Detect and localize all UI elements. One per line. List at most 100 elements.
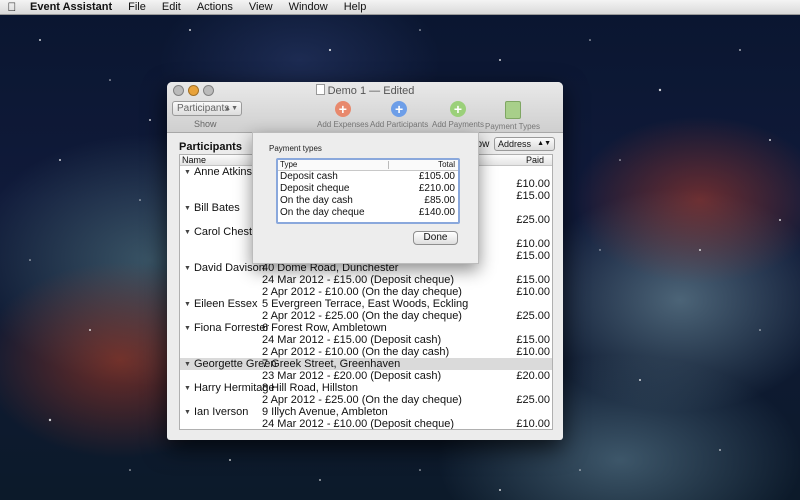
column-header-paid[interactable]: Paid [526,155,544,165]
done-button[interactable]: Done [413,231,458,245]
add-payments-label: Add Payments [432,120,485,129]
row-detail: 9 Illych Avenue, Ambleton [262,406,388,418]
row-detail: 8 Hill Road, Hillston [262,382,358,394]
payment-row[interactable]: 2 Apr 2012 - £10.00 (On the day cash) £10… [180,346,552,358]
payment-types-icon [504,101,521,119]
plus-icon: + [450,101,467,117]
updown-chevron-icon: ▲▼ [537,140,551,147]
address-select-value: Address [498,139,532,149]
show-label: Show [194,119,217,129]
participant-row[interactable]: ▼ Georgette Green 7 Greek Street, Greenhav… [180,358,552,370]
section-title: Participants [179,141,242,153]
apple-icon[interactable]:  [0,0,24,14]
payment-row[interactable]: 2 Apr 2012 - £10.00 (On the day cheque) £… [180,286,552,298]
participant-row[interactable]: ▼ Fiona Forrester 6 Forest Row, Ambletown [180,322,552,334]
column-header-total[interactable]: Total [438,160,455,169]
add-payments-button[interactable]: + Add Payments [432,101,484,129]
address-select[interactable]: Address ▲▼ [494,137,555,151]
payment-types-label: Payment Types [485,122,540,131]
payment-type-row[interactable]: On the day cash £85.00 [278,195,458,207]
add-expenses-button[interactable]: + Add Expenses [317,101,369,129]
row-paid: £15.00 [516,190,550,202]
row-detail: 7 Greek Street, Greenhaven [262,358,401,370]
row-detail: 5 Evergreen Terrace, East Woods, Eckling [262,298,469,310]
menu-file[interactable]: File [120,1,154,13]
participant-row[interactable]: ▼ Eileen Essex 5 Evergreen Terrace, East W… [180,298,552,310]
show-popup-label: Participants [177,103,230,114]
row-paid: £10.00 [516,418,550,430]
column-header-type[interactable]: Type [280,160,297,169]
row-detail: 24 Mar 2012 - £15.00 (Deposit cash) [262,334,442,346]
menu-window[interactable]: Window [281,1,336,13]
updown-chevron-icon: ▲▼ [224,105,238,112]
row-detail: 6 Forest Row, Ambletown [262,322,387,334]
row-paid: £10.00 [516,238,550,250]
menu-help[interactable]: Help [336,1,375,13]
payment-row[interactable]: 2 Apr 2012 - £25.00 (On the day cheque) £… [180,394,552,406]
row-detail: 23 Mar 2012 - £20.00 (Deposit cash) [262,370,442,382]
payment-type-row[interactable]: Deposit cheque £210.00 [278,183,458,195]
sheet-table-header: Type Total [278,160,458,171]
payment-type-name: On the day cheque [280,207,365,218]
sheet-title: Payment types [269,144,322,153]
row-paid: £10.00 [516,178,550,190]
row-paid: £25.00 [516,394,550,406]
payment-type-total: £140.00 [418,207,455,218]
payment-type-total: £210.00 [418,183,455,194]
row-detail: 24 Mar 2012 - £15.00 (Deposit cheque) [262,274,455,286]
add-expenses-label: Add Expenses [317,120,369,129]
window-toolbar: Demo 1 — Edited Participants ▲▼ Show + A… [167,82,563,133]
column-header-name[interactable]: Name [182,155,206,165]
add-participants-label: Add Participants [370,120,429,129]
row-paid: £15.00 [516,334,550,346]
menu-bar:  Event Assistant File Edit Actions View… [0,0,800,15]
row-detail: 2 Apr 2012 - £25.00 (On the day cheque) [262,394,462,406]
payment-row[interactable]: 2 Apr 2012 - £25.00 (On the day cheque) £… [180,310,552,322]
plus-icon: + [391,101,408,117]
row-detail: 2 Apr 2012 - £25.00 (On the day cheque) [262,310,462,322]
sheet-table-rows: Deposit cash £105.00 Deposit cheque £210.00… [278,171,458,219]
row-detail: 2 Apr 2012 - £10.00 (On the day cheque) [262,286,462,298]
menu-view[interactable]: View [241,1,281,13]
payment-type-name: Deposit cheque [280,183,350,194]
window-title-suffix: — Edited [369,85,415,97]
row-paid: £25.00 [516,214,550,226]
window-title-text: Demo 1 [327,85,367,97]
participant-name-text: Fiona Forrester [193,322,270,334]
show-popup-button[interactable]: Participants ▲▼ [172,101,242,116]
row-paid: £20.00 [516,370,550,382]
participant-row[interactable]: ▼ Ian Iverson 9 Illych Avenue, Ambleton [180,406,552,418]
row-paid: £10.00 [516,286,550,298]
participant-name-text: Anne Atkins [193,166,253,178]
plus-icon: + [334,101,351,117]
document-icon [315,84,325,95]
payment-types-table[interactable]: Type Total Deposit cash £105.00 Deposit ch… [276,158,460,224]
payment-row[interactable]: 23 Mar 2012 - £20.00 (Deposit cash) £20.0… [180,370,552,382]
row-paid: £15.00 [516,250,550,262]
row-paid: £10.00 [516,346,550,358]
payment-type-name: Deposit cash [280,171,338,182]
payment-row[interactable]: 24 Mar 2012 - £15.00 (Deposit cheque) £15… [180,274,552,286]
participant-name-text: Ian Iverson [193,406,249,418]
payment-type-row[interactable]: On the day cheque £140.00 [278,207,458,219]
payment-type-total: £85.00 [424,195,455,206]
add-participants-button[interactable]: + Add Participants [370,101,428,129]
menu-actions[interactable]: Actions [189,1,241,13]
row-paid: £15.00 [516,274,550,286]
window-title: Demo 1 — Edited [167,84,563,97]
payment-types-button[interactable]: Payment Types [485,101,540,131]
participant-name-text: Eileen Essex [193,298,258,310]
participant-name-text: Bill Bates [193,202,240,214]
payment-row[interactable]: 24 Mar 2012 - £10.00 (Deposit cheque) £10… [180,418,552,430]
menu-app-name[interactable]: Event Assistant [24,1,120,13]
payment-type-name: On the day cash [280,195,353,206]
row-detail: 24 Mar 2012 - £10.00 (Deposit cheque) [262,418,455,430]
menu-edit[interactable]: Edit [154,1,189,13]
payment-type-total: £105.00 [418,171,455,182]
payment-type-row[interactable]: Deposit cash £105.00 [278,171,458,183]
payment-row[interactable]: 24 Mar 2012 - £15.00 (Deposit cash) £15.0… [180,334,552,346]
payment-types-sheet: Payment types Type Total Deposit cash £10… [252,132,479,264]
participant-row[interactable]: ▼ Harry Hermitage 8 Hill Road, Hillston [180,382,552,394]
row-detail: 2 Apr 2012 - £10.00 (On the day cash) [262,346,450,358]
column-divider [388,161,389,169]
